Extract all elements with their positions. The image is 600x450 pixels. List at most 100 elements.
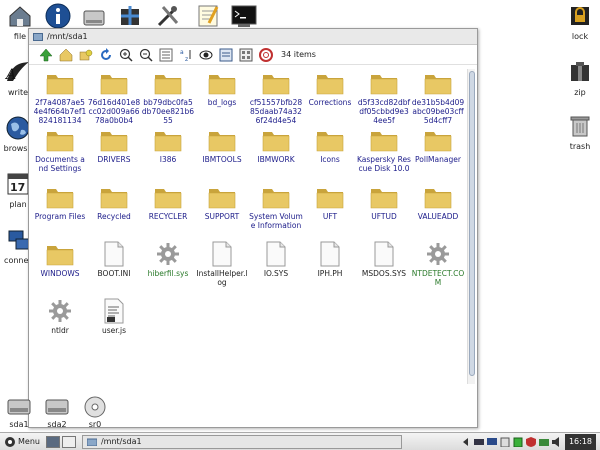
up-arrow-icon[interactable] bbox=[37, 47, 55, 63]
help-icon[interactable] bbox=[257, 47, 275, 63]
folder-item[interactable]: 76d16d401e8cc02d009a6678a0b0b4 bbox=[87, 70, 141, 125]
folder-item[interactable]: 2f7a4087ae54e4f664b7ef1824181134 bbox=[33, 70, 87, 125]
folder-item[interactable]: Kaspersky Rescue Disk 10.0 bbox=[357, 127, 411, 173]
folder-item[interactable]: Icons bbox=[303, 127, 357, 164]
zoom-in-icon[interactable] bbox=[117, 47, 135, 63]
svg-text:a: a bbox=[180, 49, 184, 56]
trash-icon bbox=[566, 112, 594, 140]
clock[interactable]: 16:18 bbox=[564, 433, 596, 450]
item-name: SUPPORT bbox=[204, 212, 240, 221]
item-name: bb79dbc0fa5db70ee821b655 bbox=[141, 98, 195, 125]
network-status-icon[interactable] bbox=[538, 437, 549, 447]
file-item[interactable]: BOOT.INI bbox=[87, 241, 141, 278]
calendar-day: 17 bbox=[10, 181, 26, 194]
thumbnail-view-icon[interactable] bbox=[237, 47, 255, 63]
menu-button[interactable]: Menu bbox=[0, 436, 44, 448]
document-file-icon bbox=[262, 241, 290, 267]
bookmark-icon[interactable] bbox=[77, 47, 95, 63]
virtual-desktop-2[interactable] bbox=[61, 435, 76, 448]
home-folder-icon bbox=[6, 2, 34, 30]
file-item[interactable]: user.js bbox=[87, 298, 141, 335]
refresh-icon[interactable] bbox=[97, 47, 115, 63]
folder-item[interactable]: System Volume Information bbox=[249, 184, 303, 230]
folder-item[interactable]: Recycled bbox=[87, 184, 141, 221]
drive-icon bbox=[7, 399, 31, 415]
folder-item[interactable]: bd_logs bbox=[195, 70, 249, 107]
file-item[interactable]: hiberfil.sys bbox=[141, 241, 195, 278]
virtual-desktop-1[interactable] bbox=[45, 435, 60, 448]
folder-icon bbox=[208, 184, 236, 210]
folder-item[interactable]: UFT bbox=[303, 184, 357, 221]
show-hidden-icon[interactable] bbox=[197, 47, 215, 63]
folder-item[interactable]: Documents and Settings bbox=[33, 127, 87, 173]
file-item[interactable]: MSDOS.SYS bbox=[357, 241, 411, 278]
item-name: Icons bbox=[320, 155, 340, 164]
document-file-icon bbox=[100, 241, 128, 267]
folder-item[interactable]: PollManager bbox=[411, 127, 465, 164]
folder-item[interactable]: IBMWORK bbox=[249, 127, 303, 164]
hide-tray-icon[interactable] bbox=[461, 437, 471, 447]
notepad-icon bbox=[194, 2, 222, 30]
file-item[interactable]: IO.SYS bbox=[249, 241, 303, 278]
folder-icon bbox=[370, 70, 398, 96]
drive-sda1[interactable]: sda1 bbox=[2, 396, 36, 429]
folder-item[interactable]: SUPPORT bbox=[195, 184, 249, 221]
drive-sda2[interactable]: sda2 bbox=[40, 396, 74, 429]
folder-icon bbox=[100, 127, 128, 153]
folder-item[interactable]: Program Files bbox=[33, 184, 87, 221]
folder-icon bbox=[262, 127, 290, 153]
item-name: DRIVERS bbox=[97, 155, 131, 164]
folder-item[interactable]: VALUEADD bbox=[411, 184, 465, 221]
file-item[interactable]: InstallHelper.log bbox=[195, 241, 249, 287]
lock-icon bbox=[566, 2, 594, 30]
folder-title-icon bbox=[33, 32, 43, 41]
display-icon[interactable] bbox=[486, 437, 497, 447]
folder-item[interactable]: de31b5b4d09abc09be03cff5d4cff7 bbox=[411, 70, 465, 125]
item-name: VALUEADD bbox=[417, 212, 459, 221]
folder-item[interactable]: I386 bbox=[141, 127, 195, 164]
folder-item[interactable]: DRIVERS bbox=[87, 127, 141, 164]
firewall-icon[interactable] bbox=[525, 436, 536, 447]
drive-label: sda2 bbox=[47, 420, 67, 429]
window-titlebar[interactable]: /mnt/sda1 bbox=[29, 29, 477, 45]
zoom-out-icon[interactable] bbox=[137, 47, 155, 63]
folder-item[interactable]: IBMTOOLS bbox=[195, 127, 249, 164]
file-item[interactable]: IPH.PH bbox=[303, 241, 357, 278]
keyboard-icon[interactable] bbox=[473, 437, 484, 447]
drive-sr0[interactable]: sr0 bbox=[78, 396, 112, 429]
folder-icon bbox=[316, 70, 344, 96]
volume-icon[interactable] bbox=[551, 436, 562, 447]
item-name: Program Files bbox=[34, 212, 86, 221]
vertical-scrollbar[interactable] bbox=[467, 69, 475, 384]
folder-icon bbox=[370, 127, 398, 153]
scrollbar-thumb[interactable] bbox=[469, 71, 475, 376]
folder-icon bbox=[100, 70, 128, 96]
item-name: UFT bbox=[322, 212, 338, 221]
folder-item[interactable]: cf51557bfb2885daab74a326f24d4e54 bbox=[249, 70, 303, 125]
home-icon[interactable] bbox=[57, 47, 75, 63]
item-name: user.js bbox=[101, 326, 127, 335]
folder-item[interactable]: WINDOWS bbox=[33, 241, 87, 278]
document-file-icon bbox=[208, 241, 236, 267]
battery-icon[interactable] bbox=[513, 437, 523, 447]
desktop-icon-lock[interactable]: lock bbox=[562, 2, 598, 41]
desktop-icon-label: trash bbox=[569, 142, 591, 151]
list-view-icon[interactable] bbox=[157, 47, 175, 63]
folder-item[interactable]: d5f33cd82dbfdf05cbbd9e34ee5f bbox=[357, 70, 411, 125]
desktop-icon-zip[interactable]: zip bbox=[562, 58, 598, 97]
clipboard-icon[interactable] bbox=[500, 437, 510, 447]
file-item[interactable]: NTDETECT.COM bbox=[411, 241, 465, 287]
folder-icon bbox=[424, 184, 452, 210]
desktop-icon-trash[interactable]: trash bbox=[562, 112, 598, 151]
icon-view-icon[interactable] bbox=[217, 47, 235, 63]
tools-icon bbox=[154, 2, 182, 30]
folder-item[interactable]: Corrections bbox=[303, 70, 357, 107]
sort-az-icon[interactable]: az bbox=[177, 47, 195, 63]
file-item[interactable]: ntldr bbox=[33, 298, 87, 335]
folder-item[interactable]: bb79dbc0fa5db70ee821b655 bbox=[141, 70, 195, 125]
item-name: 76d16d401e8cc02d009a6678a0b0b4 bbox=[87, 98, 141, 125]
folder-item[interactable]: UFTUD bbox=[357, 184, 411, 221]
folder-item[interactable]: RECYCLER bbox=[141, 184, 195, 221]
item-name: cf51557bfb2885daab74a326f24d4e54 bbox=[249, 98, 303, 125]
taskbar-task[interactable]: /mnt/sda1 bbox=[81, 434, 402, 449]
